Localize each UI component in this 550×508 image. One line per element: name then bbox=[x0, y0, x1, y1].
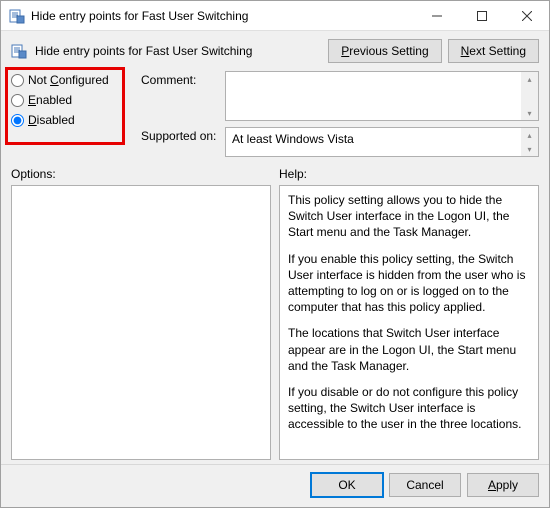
comment-scrollbar[interactable]: ▴ ▾ bbox=[521, 72, 538, 120]
radio-disabled-label: Disabled bbox=[28, 113, 75, 127]
help-paragraph: The locations that Switch User interface… bbox=[288, 325, 530, 374]
scroll-up-icon[interactable]: ▴ bbox=[521, 72, 538, 86]
next-setting-button[interactable]: Next Setting bbox=[448, 39, 539, 63]
config-row: Not Configured Enabled Disabled Comment: bbox=[1, 67, 549, 161]
radio-enabled[interactable]: Enabled bbox=[11, 93, 131, 107]
maximize-button[interactable] bbox=[459, 1, 504, 30]
scroll-down-icon[interactable]: ▾ bbox=[521, 106, 538, 120]
close-button[interactable] bbox=[504, 1, 549, 30]
window-controls bbox=[414, 1, 549, 30]
help-paragraph: If you enable this policy setting, the S… bbox=[288, 251, 530, 316]
policy-icon bbox=[9, 8, 25, 24]
options-box bbox=[11, 185, 271, 460]
help-label: Help: bbox=[279, 167, 539, 181]
lower-panels: Options: Help: This policy setting allow… bbox=[1, 161, 549, 464]
radio-not-configured[interactable]: Not Configured bbox=[11, 73, 131, 87]
supported-scrollbar[interactable]: ▴ ▾ bbox=[521, 128, 538, 156]
previous-setting-button[interactable]: Previous Setting bbox=[328, 39, 441, 63]
radio-disabled-input[interactable] bbox=[11, 114, 24, 127]
comment-textarea[interactable]: ▴ ▾ bbox=[225, 71, 539, 121]
state-radio-group: Not Configured Enabled Disabled bbox=[11, 71, 131, 157]
radio-disabled[interactable]: Disabled bbox=[11, 113, 131, 127]
dialog-window: Hide entry points for Fast User Switchin… bbox=[0, 0, 550, 508]
minimize-button[interactable] bbox=[414, 1, 459, 30]
radio-enabled-label: Enabled bbox=[28, 93, 72, 107]
help-paragraph: This policy setting allows you to hide t… bbox=[288, 192, 530, 241]
options-panel: Options: bbox=[11, 167, 271, 460]
cancel-button[interactable]: Cancel bbox=[389, 473, 461, 497]
scroll-down-icon[interactable]: ▾ bbox=[521, 142, 538, 156]
supported-label: Supported on: bbox=[141, 127, 219, 143]
options-label: Options: bbox=[11, 167, 271, 181]
supported-on-value: At least Windows Vista bbox=[232, 132, 354, 146]
comment-label: Comment: bbox=[141, 71, 219, 87]
header-row: Hide entry points for Fast User Switchin… bbox=[1, 31, 549, 67]
dialog-buttons: OK Cancel Apply bbox=[1, 464, 549, 507]
content-area: Hide entry points for Fast User Switchin… bbox=[1, 31, 549, 507]
page-title: Hide entry points for Fast User Switchin… bbox=[35, 44, 320, 58]
radio-enabled-input[interactable] bbox=[11, 94, 24, 107]
ok-button[interactable]: OK bbox=[311, 473, 383, 497]
help-panel: Help: This policy setting allows you to … bbox=[279, 167, 539, 460]
apply-button[interactable]: Apply bbox=[467, 473, 539, 497]
radio-not-configured-input[interactable] bbox=[11, 74, 24, 87]
titlebar: Hide entry points for Fast User Switchin… bbox=[1, 1, 549, 31]
help-paragraph: If you disable or do not configure this … bbox=[288, 384, 530, 433]
help-box: This policy setting allows you to hide t… bbox=[279, 185, 539, 460]
radio-not-configured-label: Not Configured bbox=[28, 73, 109, 87]
supported-on-box: At least Windows Vista ▴ ▾ bbox=[225, 127, 539, 157]
policy-icon bbox=[11, 43, 27, 59]
window-title: Hide entry points for Fast User Switchin… bbox=[31, 9, 414, 23]
scroll-up-icon[interactable]: ▴ bbox=[521, 128, 538, 142]
